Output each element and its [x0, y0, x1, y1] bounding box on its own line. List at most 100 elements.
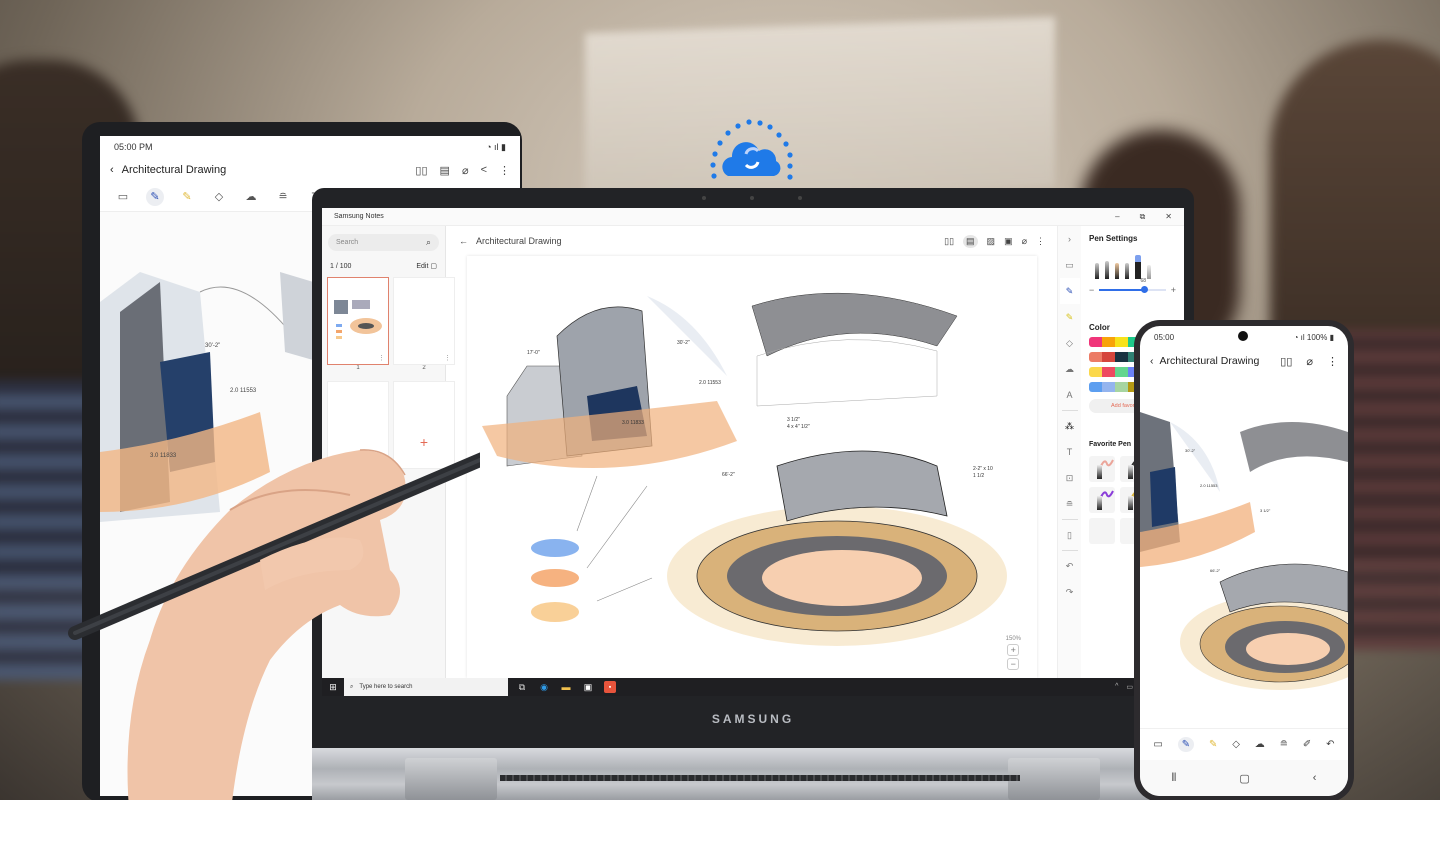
zoom-level: 150%	[1005, 636, 1021, 642]
home-icon[interactable]: ▢	[1239, 772, 1249, 785]
attach-icon[interactable]: ⌀	[462, 164, 469, 177]
more-icon[interactable]: ⋮	[1036, 236, 1045, 247]
edge-icon[interactable]: ◉	[538, 681, 550, 693]
zoom-out-button[interactable]: −	[1007, 658, 1020, 670]
color-swatch[interactable]	[1115, 352, 1128, 362]
phone-drawing-canvas[interactable]: 30'-2" 2.0 11553 3 1/2" 66'-2"	[1140, 382, 1348, 732]
battery-icon[interactable]: ▭	[1126, 683, 1133, 691]
color-swatch[interactable]	[1115, 337, 1128, 347]
pen-icon[interactable]: ✎	[1177, 737, 1195, 752]
store-icon[interactable]: ▣	[582, 681, 594, 693]
color-swatch[interactable]	[1115, 382, 1128, 392]
minimize-button[interactable]: –	[1115, 212, 1119, 222]
annotation: 3.0 11833	[622, 420, 644, 426]
close-button[interactable]: ✕	[1165, 212, 1172, 222]
edit-button[interactable]: Edit ▢	[416, 262, 437, 270]
eraser-icon[interactable]: ◇	[210, 188, 228, 206]
search-icon[interactable]: ⌕	[426, 237, 431, 248]
color-swatch[interactable]	[1102, 367, 1115, 377]
color-swatch[interactable]	[1102, 337, 1115, 347]
chevron-up-icon[interactable]: ^	[1115, 683, 1118, 691]
zoom-in-button[interactable]: +	[1007, 644, 1020, 656]
attach-icon[interactable]: ⌀	[1306, 355, 1313, 368]
file-explorer-icon[interactable]: ▬	[560, 681, 572, 693]
color-swatch[interactable]	[1089, 337, 1102, 347]
pen-type-fountain[interactable]	[1095, 263, 1099, 279]
page-layout-icon[interactable]: ▤	[440, 164, 450, 177]
back-icon[interactable]: ‹	[1150, 355, 1154, 367]
back-arrow-icon[interactable]: ←	[459, 236, 468, 246]
favorite-pen-empty-slot[interactable]	[1089, 518, 1115, 544]
keyboard-icon[interactable]: ▭	[114, 188, 132, 206]
keyboard-icon[interactable]: ▭	[1153, 739, 1162, 750]
text-effect-icon[interactable]: A	[1060, 382, 1080, 408]
favorite-pen[interactable]	[1089, 487, 1115, 513]
pen-icon[interactable]: ✎	[1059, 278, 1080, 304]
book-view-icon[interactable]: ▯▯	[944, 236, 954, 247]
pen-type-pencil[interactable]	[1115, 263, 1119, 279]
book-view-icon[interactable]: ▯▯	[415, 164, 427, 177]
thumbnail-more-icon[interactable]: ⋮	[378, 354, 385, 362]
restore-button[interactable]: ⧉	[1140, 212, 1146, 222]
search-input[interactable]: Search ⌕	[328, 234, 439, 251]
more-icon[interactable]: ⋮	[499, 164, 510, 177]
highlighter-icon[interactable]: ✎	[1209, 739, 1217, 750]
shapes-icon[interactable]: ⁂	[1060, 413, 1080, 439]
page-layout-icon[interactable]: ▤	[963, 234, 978, 248]
increase-size-button[interactable]: +	[1171, 285, 1176, 295]
recents-icon[interactable]: ⦀	[1172, 772, 1177, 785]
text-style-icon[interactable]: ≘	[274, 188, 292, 206]
pen-size-slider[interactable]: − 68 +	[1089, 278, 1176, 295]
color-swatch[interactable]	[1089, 367, 1102, 377]
pen-type-calligraphy[interactable]	[1147, 265, 1151, 279]
page-thumbnail[interactable]: ⋮	[327, 277, 389, 365]
color-swatch[interactable]	[1089, 352, 1102, 362]
text-style-icon[interactable]: ≘	[1060, 491, 1080, 517]
keyboard-icon[interactable]: ▭	[1060, 252, 1080, 278]
eraser-icon[interactable]: ◇	[1232, 739, 1240, 750]
lasso-icon[interactable]: ☁	[1060, 356, 1080, 382]
expand-icon[interactable]: ›	[1060, 226, 1080, 252]
back-icon[interactable]: ‹	[110, 164, 114, 176]
lasso-icon[interactable]: ☁	[1255, 739, 1265, 750]
pen-type-ink[interactable]	[1105, 261, 1109, 279]
decrease-size-button[interactable]: −	[1089, 285, 1094, 295]
page-icon[interactable]: ▯	[1060, 522, 1080, 548]
pen-type-marker[interactable]	[1135, 255, 1141, 279]
color-swatch[interactable]	[1102, 352, 1115, 362]
samsung-notes-icon[interactable]: ▪	[604, 681, 616, 693]
image-icon[interactable]: ▨	[987, 236, 996, 247]
color-swatch[interactable]	[1102, 382, 1115, 392]
pen-icon[interactable]: ✎	[146, 187, 164, 206]
favorite-pen[interactable]	[1089, 456, 1115, 482]
color-swatch[interactable]	[1089, 382, 1102, 392]
share-icon[interactable]: <	[481, 164, 487, 177]
undo-icon[interactable]: ↶	[1060, 553, 1080, 579]
back-icon[interactable]: ‹	[1313, 772, 1317, 784]
pen-type-brush[interactable]	[1125, 263, 1129, 279]
thumbnail-more-icon[interactable]: ⋮	[444, 354, 451, 362]
bookmark-icon[interactable]: ▢	[430, 263, 437, 270]
pen-settings-icon[interactable]: ✐	[1303, 739, 1311, 750]
color-swatch[interactable]	[1115, 367, 1128, 377]
insert-box-icon[interactable]: ⊡	[1060, 465, 1080, 491]
attach-icon[interactable]: ⌀	[1022, 236, 1027, 247]
text-style-icon[interactable]: ≘	[1280, 739, 1288, 750]
svg-text:2.0 11553: 2.0 11553	[1200, 483, 1218, 488]
redo-icon[interactable]: ↷	[1060, 579, 1080, 605]
eraser-icon[interactable]: ◇	[1060, 330, 1080, 356]
tablet-status-bar: 05:00 PM ◔ ıl ▮	[100, 136, 520, 158]
calendar-attach-icon[interactable]: ▣	[1004, 236, 1013, 247]
drawing-canvas[interactable]: 30'-2" 2.0 11553 3.0 11833 17'-0" 3 1/2"…	[467, 256, 1037, 678]
lasso-icon[interactable]: ☁	[242, 188, 260, 206]
highlighter-icon[interactable]: ✎	[1060, 304, 1080, 330]
undo-icon[interactable]: ↶	[1326, 739, 1334, 750]
task-view-icon[interactable]: ⧉	[516, 681, 528, 693]
text-insert-icon[interactable]: T	[1060, 439, 1080, 465]
highlighter-icon[interactable]: ✎	[178, 188, 196, 206]
more-icon[interactable]: ⋮	[1327, 355, 1338, 368]
divider	[1061, 410, 1078, 411]
page-thumbnail[interactable]: ⋮	[393, 277, 455, 365]
book-view-icon[interactable]: ▯▯	[1280, 355, 1292, 368]
slider-knob[interactable]	[1140, 286, 1148, 293]
